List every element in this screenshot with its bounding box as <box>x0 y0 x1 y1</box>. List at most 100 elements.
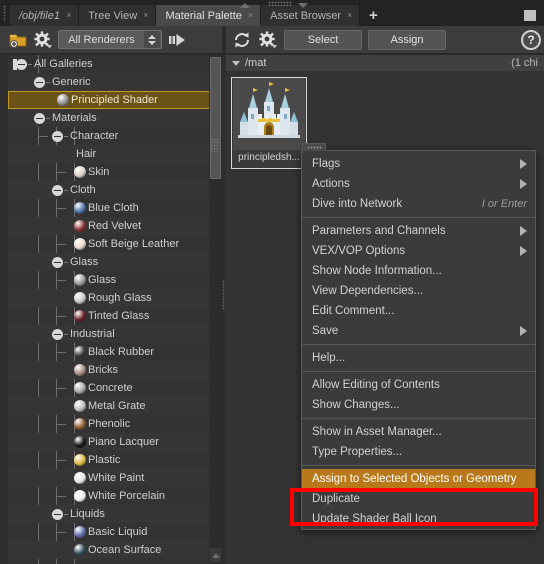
tree-vertical-scrollbar[interactable] <box>209 55 222 564</box>
tab-obj-file1[interactable]: /obj/file1 × <box>10 5 80 26</box>
tree-item-materials[interactable]: Materials <box>8 109 214 127</box>
menu-item-duplicate[interactable]: Duplicate <box>302 489 535 509</box>
renderer-filter-combo[interactable]: All Renderers <box>58 30 162 49</box>
pane-drag-dots[interactable] <box>268 1 292 6</box>
menu-item-dive-into-network[interactable]: Dive into Network I or Enter <box>302 194 535 214</box>
assign-button[interactable]: Assign <box>368 29 446 50</box>
refresh-icon[interactable] <box>232 30 252 50</box>
tree-item-metal-grate[interactable]: Metal Grate <box>8 397 214 415</box>
expand-collapse-icon[interactable] <box>52 130 63 142</box>
menu-tear-off-handle[interactable] <box>302 143 326 151</box>
tree-item-label: Character <box>70 130 119 142</box>
tree-item-soft-beige-leather[interactable]: Soft Beige Leather <box>8 235 214 253</box>
expand-collapse-icon[interactable] <box>52 256 63 268</box>
menu-item-edit-comment[interactable]: Edit Comment... <box>302 301 535 321</box>
close-icon[interactable]: × <box>66 11 71 20</box>
tree-item-bricks[interactable]: Bricks <box>8 361 214 379</box>
menu-item-flags[interactable]: Flags <box>302 154 535 174</box>
scroll-down-button[interactable] <box>210 548 221 562</box>
tree-dash <box>64 189 68 191</box>
tree-item-rough-glass[interactable]: Rough Glass <box>8 289 214 307</box>
help-icon[interactable]: ? <box>521 30 541 50</box>
tree-item-concrete[interactable]: Concrete <box>8 379 214 397</box>
expand-collapse-icon[interactable] <box>52 184 63 196</box>
gear-icon[interactable] <box>33 30 53 50</box>
tree-dash <box>64 135 68 137</box>
menu-item-view-dependencies[interactable]: View Dependencies... <box>302 281 535 301</box>
tree-item-cloth[interactable]: Cloth <box>8 181 214 199</box>
folder-add-icon[interactable] <box>8 30 28 50</box>
node-context-menu[interactable]: Flags Actions Dive into Network I or Enter P… <box>301 143 536 530</box>
tree-item-glass[interactable]: Glass <box>8 253 214 271</box>
menu-item-vex-vop-options[interactable]: VEX/VOP Options <box>302 241 535 261</box>
tree-item-blue-cloth[interactable]: Blue Cloth <box>8 199 214 217</box>
select-button[interactable]: Select <box>284 29 362 50</box>
tree-item-label: Plastic <box>88 454 121 466</box>
material-sphere-icon <box>74 220 86 232</box>
menu-item-show-changes[interactable]: Show Changes... <box>302 395 535 415</box>
menu-item-show-node-information[interactable]: Show Node Information... <box>302 261 535 281</box>
tree-item-ocean-surface[interactable]: Ocean Surface <box>8 541 214 559</box>
menu-item-type-properties[interactable]: Type Properties... <box>302 442 535 462</box>
menu-item-allow-editing-of-contents[interactable]: Allow Editing of Contents <box>302 375 535 395</box>
material-node-card[interactable]: principledsh... <box>231 77 307 169</box>
menu-item-label: Allow Editing of Contents <box>312 379 440 391</box>
tree-item-black-rubber[interactable]: Black Rubber <box>8 343 214 361</box>
material-sphere-icon <box>74 526 86 538</box>
menu-item-parameters-and-channels[interactable]: Parameters and Channels <box>302 221 535 241</box>
tree-item-white-paint[interactable]: White Paint <box>8 469 214 487</box>
maximize-pane-button[interactable] <box>524 10 536 21</box>
tab-bar-grip[interactable] <box>0 0 10 26</box>
close-icon[interactable]: × <box>248 11 253 20</box>
tree-item-generic[interactable]: Generic <box>8 73 214 91</box>
menu-separator <box>302 371 535 372</box>
menu-item-help[interactable]: Help... <box>302 348 535 368</box>
close-icon[interactable]: × <box>347 11 352 20</box>
tab-asset-browser[interactable]: Asset Browser × <box>261 5 361 26</box>
tree-item-plastic[interactable]: Plastic <box>8 451 214 469</box>
tab-material-palette[interactable]: Material Palette × <box>156 5 262 26</box>
menu-separator <box>302 418 535 419</box>
submenu-arrow-icon <box>520 326 527 336</box>
tree-item-hair[interactable]: Hair <box>8 145 214 163</box>
menu-item-save[interactable]: Save <box>302 321 535 341</box>
renderer-filter-spinner[interactable] <box>144 31 160 48</box>
tree-item-character[interactable]: Character <box>8 127 214 145</box>
expand-collapse-icon[interactable] <box>34 76 45 88</box>
tree-item-glass[interactable]: Glass <box>8 271 214 289</box>
gallery-tree[interactable]: All Galleries Generic Principled Shader Mat… <box>8 55 214 564</box>
gear-icon[interactable] <box>258 30 278 50</box>
menu-item-update-shader-ball-icon[interactable]: Update Shader Ball Icon <box>302 509 535 529</box>
tree-item-tinted-glass[interactable]: Tinted Glass <box>8 307 214 325</box>
close-icon[interactable]: × <box>143 11 148 20</box>
tree-item-red-velvet[interactable]: Red Velvet <box>8 217 214 235</box>
chevron-up-icon[interactable] <box>240 3 250 8</box>
expand-collapse-icon[interactable] <box>34 112 45 124</box>
menu-item-show-in-asset-manager[interactable]: Show in Asset Manager... <box>302 422 535 442</box>
tree-item-phenolic[interactable]: Phenolic <box>8 415 214 433</box>
add-tab-button[interactable]: + <box>360 5 387 26</box>
scrollbar-thumb[interactable] <box>210 57 221 179</box>
tree-item-skin[interactable]: Skin <box>8 163 214 181</box>
menu-item-assign-to-selected-objects-or-geometry[interactable]: Assign to Selected Objects or Geometry <box>302 469 535 489</box>
menu-item-actions[interactable]: Actions <box>302 174 535 194</box>
splitter-grip[interactable] <box>210 138 219 152</box>
tree-item-industrial[interactable]: Industrial <box>8 325 214 343</box>
expand-collapse-icon[interactable] <box>52 508 63 520</box>
material-path-header[interactable]: /mat (1 chi <box>226 55 544 71</box>
tree-item-liquids[interactable]: Liquids <box>8 505 214 523</box>
tree-item-all-galleries[interactable]: All Galleries <box>8 55 214 73</box>
chevron-down-icon[interactable] <box>298 3 308 8</box>
tab-tree-view[interactable]: Tree View × <box>79 5 157 26</box>
tree-item-principled-shader[interactable]: Principled Shader <box>8 91 214 109</box>
expand-collapse-icon[interactable] <box>13 58 27 70</box>
tree-item-piano-lacquer[interactable]: Piano Lacquer <box>8 433 214 451</box>
step-forward-icon[interactable] <box>167 30 187 50</box>
pane-splitter-grip[interactable] <box>222 280 225 310</box>
tree-dash <box>46 81 50 83</box>
chevron-down-icon[interactable] <box>232 60 240 66</box>
tree-item-white-porcelain[interactable]: White Porcelain <box>8 487 214 505</box>
tree-item-label: Skin <box>88 166 110 178</box>
expand-collapse-icon[interactable] <box>52 328 63 340</box>
tree-item-basic-liquid[interactable]: Basic Liquid <box>8 523 214 541</box>
